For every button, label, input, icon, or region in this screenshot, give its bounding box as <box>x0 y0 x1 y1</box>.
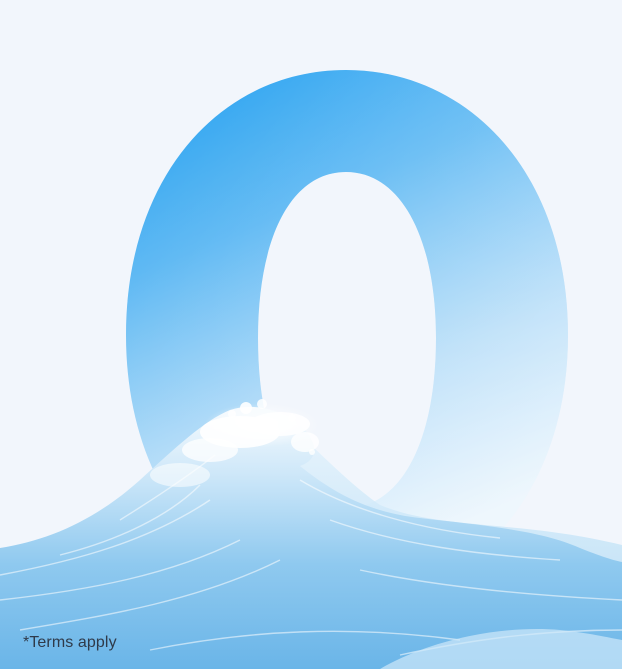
hero-illustration <box>0 70 622 669</box>
terms-note: *Terms apply <box>23 634 117 651</box>
promo-banner: *Terms apply <box>0 0 622 669</box>
